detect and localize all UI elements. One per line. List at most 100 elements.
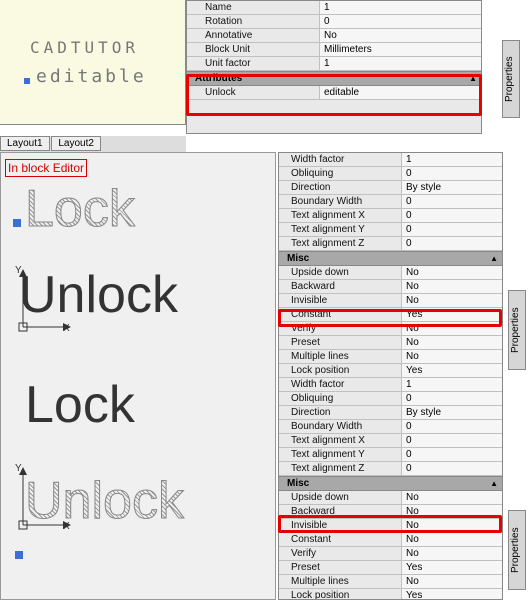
- prop-row[interactable]: Width factor1: [279, 153, 502, 167]
- prop-label: Name: [187, 1, 319, 14]
- prop-row[interactable]: Upside downNo: [279, 491, 502, 505]
- prop-value[interactable]: 1: [319, 1, 481, 14]
- prop-row[interactable]: PresetNo: [279, 336, 502, 350]
- prop-row[interactable]: Unlockeditable: [187, 86, 481, 100]
- prop-value[interactable]: 1: [319, 57, 481, 70]
- prop-label: Preset: [279, 336, 401, 349]
- prop-label: Rotation: [187, 15, 319, 28]
- prop-row[interactable]: InvisibleNo: [279, 294, 502, 308]
- drawing-canvas-1[interactable]: CADTUTOR editable: [0, 0, 186, 125]
- prop-value[interactable]: 0: [401, 434, 502, 447]
- prop-row[interactable]: Width factor1: [279, 378, 502, 392]
- prop-row[interactable]: Lock positionYes: [279, 589, 502, 600]
- prop-row[interactable]: AnnotativeNo: [187, 29, 481, 43]
- prop-value[interactable]: No: [401, 575, 502, 588]
- prop-label: Backward: [279, 280, 401, 293]
- prop-value[interactable]: Millimeters: [319, 43, 481, 56]
- prop-row[interactable]: Multiple linesNo: [279, 575, 502, 589]
- prop-row[interactable]: Text alignment X0: [279, 434, 502, 448]
- prop-row[interactable]: Block UnitMillimeters: [187, 43, 481, 57]
- base-point-icon: [13, 219, 21, 227]
- prop-value[interactable]: No: [401, 322, 502, 335]
- properties-palette-tab[interactable]: Properties: [502, 40, 520, 118]
- prop-row[interactable]: Text alignment X0: [279, 209, 502, 223]
- properties-palette-tab[interactable]: Properties: [508, 510, 526, 590]
- section-header-misc[interactable]: Misc▲: [279, 251, 502, 266]
- properties-panel-bottom: Width factor1 Obliquing0 DirectionBy sty…: [278, 152, 503, 600]
- prop-row[interactable]: Rotation0: [187, 15, 481, 29]
- properties-palette-tab[interactable]: Properties: [508, 290, 526, 370]
- prop-value[interactable]: Yes: [401, 561, 502, 574]
- prop-row[interactable]: VerifyNo: [279, 322, 502, 336]
- prop-value[interactable]: Yes: [401, 364, 502, 377]
- tab-layout2[interactable]: Layout2: [51, 136, 101, 151]
- prop-value[interactable]: 1: [401, 378, 502, 391]
- prop-value[interactable]: No: [401, 547, 502, 560]
- prop-row[interactable]: Obliquing0: [279, 167, 502, 181]
- prop-row[interactable]: Boundary Width0: [279, 420, 502, 434]
- tab-layout1[interactable]: Layout1: [0, 136, 50, 151]
- prop-row[interactable]: DirectionBy style: [279, 406, 502, 420]
- prop-label: Verify: [279, 322, 401, 335]
- prop-label: Unlock: [187, 86, 319, 99]
- section-header-attributes[interactable]: Attributes▲: [187, 71, 481, 86]
- block-editor-canvas[interactable]: In block Editor Lock Unlock Y X Lock Unl…: [0, 152, 276, 600]
- prop-row[interactable]: PresetYes: [279, 561, 502, 575]
- prop-row[interactable]: BackwardNo: [279, 280, 502, 294]
- prop-row[interactable]: Text alignment Z0: [279, 237, 502, 251]
- prop-row[interactable]: Upside downNo: [279, 266, 502, 280]
- prop-row[interactable]: InvisibleNo: [279, 519, 502, 533]
- prop-value[interactable]: No: [401, 533, 502, 546]
- section-header-misc[interactable]: Misc▲: [279, 476, 502, 491]
- prop-value[interactable]: No: [401, 505, 502, 518]
- prop-value[interactable]: 0: [401, 237, 502, 250]
- prop-label: Upside down: [279, 491, 401, 504]
- prop-value[interactable]: 1: [401, 153, 502, 166]
- prop-value[interactable]: editable: [319, 86, 481, 99]
- prop-value[interactable]: No: [401, 294, 502, 307]
- prop-row[interactable]: VerifyNo: [279, 547, 502, 561]
- prop-row-constant[interactable]: ConstantYes: [279, 308, 502, 322]
- prop-row[interactable]: Text alignment Y0: [279, 223, 502, 237]
- prop-value[interactable]: 0: [401, 209, 502, 222]
- prop-row[interactable]: Boundary Width0: [279, 195, 502, 209]
- prop-label: Boundary Width: [279, 195, 401, 208]
- prop-label: Annotative: [187, 29, 319, 42]
- prop-row-constant[interactable]: ConstantNo: [279, 533, 502, 547]
- prop-value[interactable]: No: [319, 29, 481, 42]
- prop-value[interactable]: No: [401, 491, 502, 504]
- prop-row[interactable]: Unit factor1: [187, 57, 481, 71]
- prop-value[interactable]: 0: [401, 448, 502, 461]
- prop-label: Verify: [279, 547, 401, 560]
- prop-label: Unit factor: [187, 57, 319, 70]
- prop-value[interactable]: By style: [401, 181, 502, 194]
- prop-value[interactable]: 0: [401, 392, 502, 405]
- prop-value[interactable]: No: [401, 336, 502, 349]
- prop-value[interactable]: No: [401, 350, 502, 363]
- prop-row[interactable]: Text alignment Z0: [279, 462, 502, 476]
- prop-row[interactable]: BackwardNo: [279, 505, 502, 519]
- prop-row[interactable]: Obliquing0: [279, 392, 502, 406]
- prop-value[interactable]: No: [401, 519, 502, 532]
- prop-value[interactable]: 0: [401, 462, 502, 475]
- prop-row[interactable]: Name1: [187, 1, 481, 15]
- prop-row[interactable]: Multiple linesNo: [279, 350, 502, 364]
- ucs-y-label: Y: [15, 265, 22, 276]
- prop-label: Obliquing: [279, 167, 401, 180]
- prop-value[interactable]: Yes: [401, 308, 502, 321]
- ucs-y-label: Y: [15, 463, 22, 474]
- top-region: CADTUTOR editable Layout1 Layout2 Name1 …: [0, 0, 528, 150]
- prop-value[interactable]: 0: [401, 167, 502, 180]
- prop-value[interactable]: No: [401, 266, 502, 279]
- prop-value[interactable]: 0: [319, 15, 481, 28]
- prop-row[interactable]: Lock positionYes: [279, 364, 502, 378]
- collapse-icon: ▲: [469, 74, 477, 83]
- prop-value[interactable]: No: [401, 280, 502, 293]
- prop-value[interactable]: Yes: [401, 589, 502, 600]
- prop-row[interactable]: Text alignment Y0: [279, 448, 502, 462]
- prop-row[interactable]: DirectionBy style: [279, 181, 502, 195]
- prop-value[interactable]: 0: [401, 195, 502, 208]
- prop-value[interactable]: 0: [401, 420, 502, 433]
- prop-value[interactable]: 0: [401, 223, 502, 236]
- prop-value[interactable]: By style: [401, 406, 502, 419]
